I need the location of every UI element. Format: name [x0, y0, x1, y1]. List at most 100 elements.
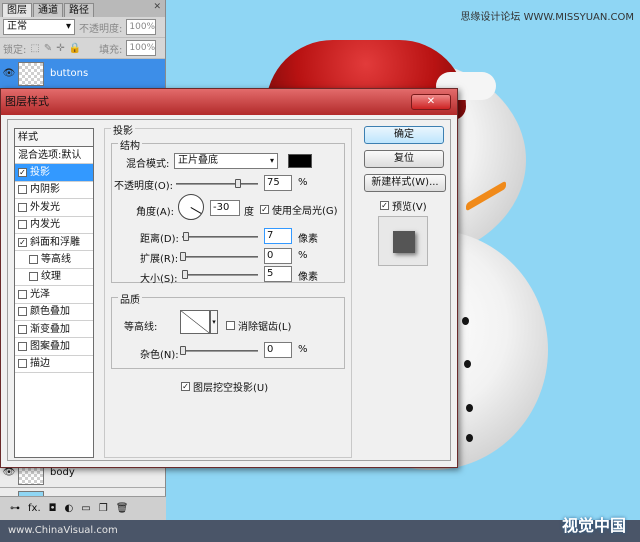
style-item-checkbox[interactable] [18, 359, 27, 369]
coal-button [464, 360, 471, 368]
size-unit: 像素 [298, 272, 318, 283]
reset-button[interactable]: 复位 [364, 150, 444, 168]
adjustment-icon[interactable]: ◐ [65, 503, 74, 514]
mask-icon[interactable]: ◘ [49, 503, 57, 514]
layer-row-buttons[interactable]: 👁 buttons [0, 59, 165, 89]
folder-icon[interactable]: ▭ [81, 503, 90, 514]
style-item-checkbox[interactable] [18, 185, 27, 195]
knockout-check: ✓ [181, 382, 190, 391]
knockout-label: 图层挖空投影(U) [193, 383, 269, 394]
antialias-label: 消除锯齿(L) [238, 322, 292, 333]
knockout-checkbox[interactable]: ✓ 图层挖空投影(U) [181, 379, 268, 394]
distance-slider-thumb[interactable] [183, 232, 189, 241]
layer-blend-mode-value: 正常 [7, 21, 27, 32]
style-item[interactable]: 混合选项:默认 [15, 147, 93, 165]
style-item-label: 等高线 [41, 254, 71, 266]
layer-lock-row: 锁定: ⬚ ✎ ✛ 🔒 填充: 100% [0, 38, 165, 59]
style-item[interactable]: ✓ 投影 [15, 164, 93, 182]
style-item-checkbox[interactable]: ✓ [18, 237, 27, 247]
opacity-slider-track[interactable] [176, 183, 258, 185]
style-item-checkbox[interactable] [18, 202, 27, 212]
new-layer-icon[interactable]: ❐ [99, 503, 108, 514]
style-item-label: 混合选项:默认 [18, 149, 82, 161]
distance-slider-track[interactable] [182, 236, 258, 238]
style-item[interactable]: 渐变叠加 [15, 321, 93, 339]
section-title: 投影 [111, 122, 135, 137]
dialog-titlebar[interactable]: 图层样式 ✕ [1, 89, 457, 115]
lock-label: 锁定: [3, 44, 27, 56]
style-item[interactable]: 外发光 [15, 199, 93, 217]
size-slider-thumb[interactable] [182, 270, 188, 279]
layer-opacity-input[interactable]: 100% [126, 19, 157, 35]
blend-mode-label: 混合模式: [126, 159, 170, 170]
layers-panel-toolbar: ⊶ fx. ◘ ◐ ▭ ❐ 🗑 [0, 496, 166, 520]
style-item[interactable]: 内阴影 [15, 182, 93, 200]
contour-preview[interactable] [180, 310, 210, 334]
style-item-checkbox[interactable] [29, 255, 38, 265]
style-item[interactable]: ✓ 斜面和浮雕 [15, 234, 93, 252]
spread-input[interactable]: 0 [264, 248, 292, 264]
style-item-checkbox[interactable] [18, 220, 27, 230]
global-light-checkbox[interactable]: ✓ 使用全局光(G) [260, 202, 338, 217]
style-item-checkbox[interactable] [18, 341, 27, 351]
layer-thumbnail [18, 61, 44, 86]
style-item-checkbox[interactable] [18, 324, 27, 334]
eye-icon[interactable]: 👁 [0, 467, 18, 478]
layer-style-dialog: 图层样式 ✕ 样式 混合选项:默认 ✓ 投影 内阴影 外发光 内发光 ✓ 斜面和浮雕 等高线 纹理… [0, 88, 458, 468]
style-item[interactable]: 描边 [15, 356, 93, 374]
new-style-button[interactable]: 新建样式(W)... [364, 174, 446, 192]
ok-button[interactable]: 确定 [364, 126, 444, 144]
style-item-label: 投影 [30, 167, 50, 179]
tab-layers[interactable]: 图层 [2, 3, 32, 17]
chevron-down-icon[interactable]: ▾ [210, 310, 218, 334]
style-item[interactable]: 纹理 [15, 269, 93, 287]
coal-button [466, 404, 473, 412]
angle-dial[interactable] [178, 194, 204, 220]
tab-paths[interactable]: 路径 [64, 3, 94, 17]
opacity-input[interactable]: 75 [264, 175, 292, 191]
preview-checkbox[interactable]: ✓ 预览(V) [380, 198, 427, 213]
style-item-checkbox[interactable]: ✓ [18, 168, 27, 178]
noise-slider-thumb[interactable] [180, 346, 186, 355]
eye-icon[interactable]: 👁 [0, 68, 18, 79]
antialias-checkbox[interactable]: 消除锯齿(L) [226, 318, 291, 333]
style-item[interactable]: 内发光 [15, 217, 93, 234]
noise-input[interactable]: 0 [264, 342, 292, 358]
style-item-checkbox[interactable] [18, 289, 27, 299]
fx-button[interactable]: fx. [28, 503, 41, 514]
lock-transparent-icon[interactable]: ⬚ [30, 43, 39, 54]
style-preview [378, 216, 428, 266]
structure-title: 结构 [118, 137, 142, 152]
link-icon[interactable]: ⊶ [10, 503, 20, 514]
tab-channels[interactable]: 通道 [33, 3, 63, 17]
lock-pixels-icon[interactable]: ✎ [44, 43, 52, 54]
global-light-label: 使用全局光(G) [272, 206, 338, 217]
style-item[interactable]: 颜色叠加 [15, 304, 93, 321]
style-item[interactable]: 图案叠加 [15, 338, 93, 356]
close-icon[interactable]: ✕ [153, 2, 161, 12]
styles-list-header[interactable]: 样式 [15, 129, 93, 147]
opacity-slider-thumb[interactable] [234, 179, 241, 188]
layer-blend-mode-select[interactable]: 正常 ▾ [3, 19, 75, 35]
distance-input[interactable]: 7 [264, 228, 292, 244]
spread-slider-track[interactable] [182, 256, 258, 258]
blend-mode-select[interactable]: 正片叠底 ▾ [174, 153, 278, 169]
noise-slider-track[interactable] [182, 350, 258, 352]
trash-icon[interactable]: 🗑 [116, 503, 129, 514]
lock-position-icon[interactable]: ✛ [56, 43, 64, 54]
style-item[interactable]: 等高线 [15, 251, 93, 269]
spread-slider-thumb[interactable] [180, 252, 186, 261]
watermark-text: 思缘设计论坛 WWW.MISSYUAN.COM [460, 12, 634, 23]
size-slider-track[interactable] [182, 274, 258, 276]
style-item[interactable]: 光泽 [15, 286, 93, 304]
fill-input[interactable]: 100% [126, 40, 157, 56]
angle-label: 角度(A): [136, 207, 175, 218]
shadow-color-swatch[interactable] [288, 154, 312, 168]
style-item-checkbox[interactable] [18, 307, 27, 317]
dialog-body: 样式 混合选项:默认 ✓ 投影 内阴影 外发光 内发光 ✓ 斜面和浮雕 等高线 纹理 光泽 颜色叠加渐… [7, 119, 451, 461]
angle-input[interactable]: -30 [210, 200, 240, 216]
lock-all-icon[interactable]: 🔒 [69, 43, 81, 54]
size-input[interactable]: 5 [264, 266, 292, 282]
close-button[interactable]: ✕ [411, 94, 451, 110]
style-item-checkbox[interactable] [29, 272, 38, 282]
